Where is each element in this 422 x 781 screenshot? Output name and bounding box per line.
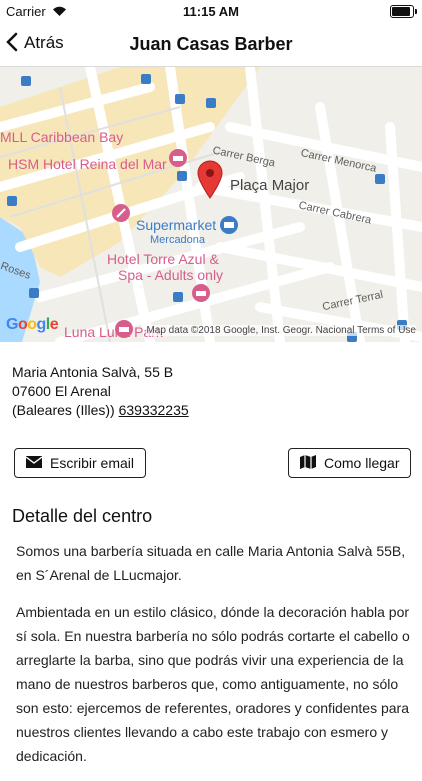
map-view[interactable]: MLL Caribbean Bay HSM Hotel Reina del Ma… bbox=[0, 67, 422, 342]
page-title: Juan Casas Barber bbox=[129, 34, 293, 54]
map-label-hotel-torre-1: Hotel Torre Azul & bbox=[107, 251, 219, 267]
navigation-bar: Atrás Juan Casas Barber bbox=[0, 22, 422, 67]
address-line-2: 07600 El Arenal bbox=[12, 383, 111, 399]
address-line-3-row: (Baleares (Illes)) 639332235 bbox=[12, 401, 189, 420]
description-paragraph-2: Ambientada en un estilo clásico, dónde l… bbox=[16, 604, 410, 764]
status-time: 11:15 AM bbox=[183, 4, 239, 19]
section-title-detail: Detalle del centro bbox=[12, 506, 153, 526]
address-block: Maria Antonia Salvà, 55 B 07600 El Arena… bbox=[12, 363, 189, 420]
send-email-button[interactable]: Escribir email bbox=[14, 448, 147, 478]
battery-icon bbox=[390, 5, 417, 18]
map-label-placa-major: Plaça Major bbox=[230, 177, 310, 194]
phone-link[interactable]: 639332235 bbox=[119, 402, 189, 418]
map-label-supermarket: Supermarket bbox=[136, 217, 217, 233]
map-icon bbox=[300, 454, 316, 472]
send-email-label: Escribir email bbox=[50, 455, 135, 471]
map-label-mercadona: Mercadona bbox=[150, 234, 206, 246]
map-label-hotel-reina: HSM Hotel Reina del Mar bbox=[8, 156, 167, 172]
directions-button[interactable]: Como llegar bbox=[288, 448, 412, 478]
description-paragraph-1: Somos una barbería situada en calle Mari… bbox=[16, 543, 406, 583]
address-line-1: Maria Antonia Salvà, 55 B bbox=[12, 364, 174, 380]
center-description: Somos una barbería situada en calle Mari… bbox=[16, 539, 411, 781]
mail-icon bbox=[25, 455, 43, 471]
map-attribution[interactable]: Map data ©2018 Google, Inst. Geogr. Naci… bbox=[146, 325, 416, 336]
address-line-3: (Baleares (Illes)) bbox=[12, 402, 115, 418]
google-logo: Google bbox=[6, 316, 59, 333]
map-label-hotel-torre-2: Spa - Adults only bbox=[118, 267, 224, 283]
status-bar: Carrier 11:15 AM bbox=[0, 0, 422, 22]
directions-label: Como llegar bbox=[324, 455, 400, 471]
map-label-caribbean-bay: MLL Caribbean Bay bbox=[0, 129, 124, 145]
